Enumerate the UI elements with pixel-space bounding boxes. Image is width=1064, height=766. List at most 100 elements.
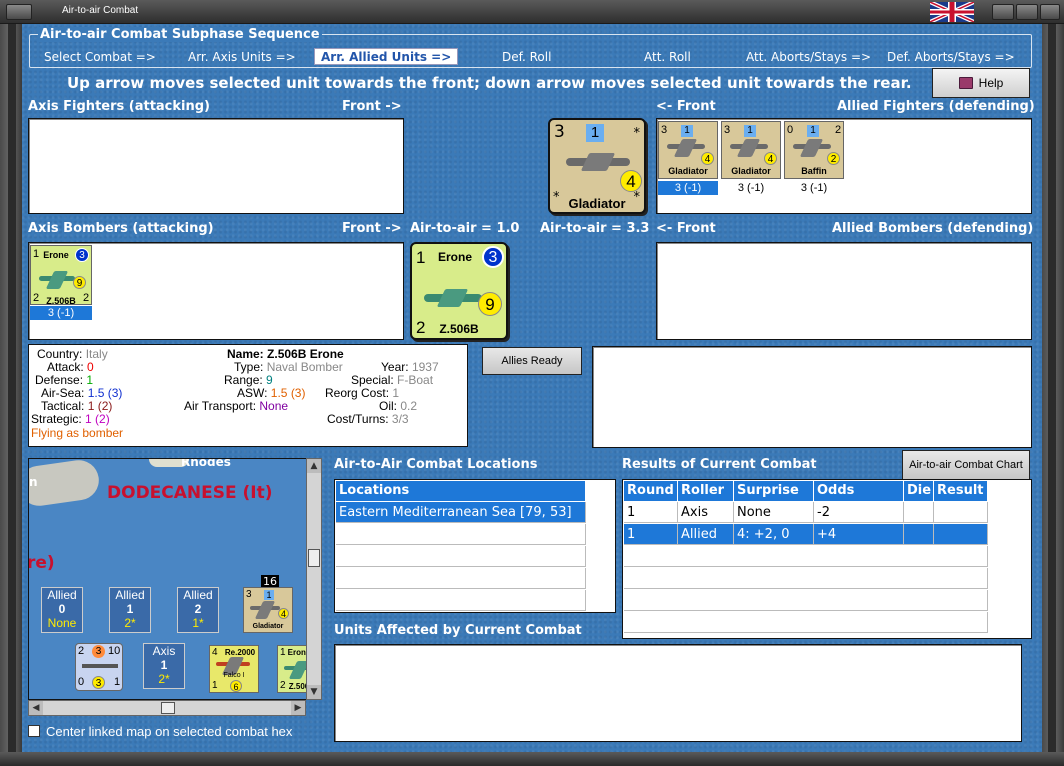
results-cell[interactable] bbox=[934, 502, 988, 523]
country-value: Italy bbox=[85, 347, 108, 361]
allied-fighter-strength[interactable]: 3 (-1) bbox=[721, 181, 781, 195]
big-axis-circle: 3 bbox=[482, 246, 504, 268]
selected-allied-counter[interactable]: 3 1 * 4 * * Gladiator bbox=[548, 118, 646, 214]
scroll-thumb[interactable] bbox=[161, 702, 175, 714]
minimize-button[interactable] bbox=[992, 4, 1014, 20]
scroll-down-icon[interactable]: ▼ bbox=[307, 685, 321, 699]
location-row-empty[interactable] bbox=[336, 568, 586, 589]
air-combat-chart-button[interactable]: Air-to-air Combat Chart bbox=[902, 450, 1030, 480]
allied-fighter-strength[interactable]: 3 (-1) bbox=[658, 181, 718, 195]
step-arr-allied-units[interactable]: Arr. Allied Units => bbox=[314, 48, 459, 65]
counter-right-circle: 9 bbox=[73, 276, 86, 289]
results-row-empty[interactable] bbox=[624, 568, 988, 589]
oil-value: 0.2 bbox=[400, 399, 418, 413]
cost-label: Cost/Turns: bbox=[327, 412, 389, 426]
maximize-button[interactable] bbox=[1016, 4, 1038, 20]
allied-air-to-air: Air-to-air = 3.3 bbox=[540, 221, 650, 236]
step-att-roll[interactable]: Att. Roll bbox=[644, 49, 691, 66]
results-cell[interactable]: -2 bbox=[814, 502, 904, 523]
allies-ready-button[interactable]: Allies Ready bbox=[482, 347, 582, 375]
results-header-result: Result bbox=[934, 481, 988, 501]
allied-fighter-counter[interactable]: 3 1 4 Gladiator bbox=[658, 121, 718, 179]
title-bar: Air-to-air Combat bbox=[0, 0, 1064, 24]
country-label: Country: bbox=[37, 347, 83, 361]
axis-air-to-air: Air-to-air = 1.0 bbox=[410, 221, 520, 236]
selected-axis-counter[interactable]: 1 Erone 3 9 2 Z.506B bbox=[410, 242, 508, 340]
locations-header: Locations bbox=[336, 481, 586, 501]
step-def-aborts[interactable]: Def. Aborts/Stays => bbox=[887, 49, 1015, 66]
map-re2000-counter[interactable]: 4 Re.2000 Falco I 1 6 bbox=[209, 645, 259, 693]
results-cell[interactable]: 1 bbox=[624, 524, 678, 545]
counter-tl: 2 bbox=[78, 645, 85, 657]
results-row-empty[interactable] bbox=[624, 612, 988, 633]
big-axis-model: Z.506B bbox=[439, 322, 479, 336]
results-cell[interactable]: None bbox=[734, 502, 814, 523]
map-naval-counter[interactable]: 2 3 10 0 3 1 bbox=[75, 643, 123, 691]
help-button[interactable]: Help bbox=[932, 68, 1030, 98]
scroll-right-icon[interactable]: ▶ bbox=[291, 701, 305, 715]
counter-badge: 1 bbox=[264, 590, 274, 600]
stat-sub: 1* bbox=[192, 616, 204, 630]
counter-br: 2 bbox=[83, 292, 90, 304]
scroll-thumb[interactable] bbox=[308, 549, 320, 567]
location-row-empty[interactable] bbox=[336, 590, 586, 611]
results-cell[interactable] bbox=[904, 524, 934, 545]
special-label: Special: bbox=[351, 373, 394, 387]
step-def-roll[interactable]: Def. Roll bbox=[502, 49, 551, 66]
counter-tl: 3 bbox=[246, 589, 252, 600]
results-cell[interactable] bbox=[904, 502, 934, 523]
allied-fighter-counter[interactable]: 3 1 4 Gladiator bbox=[721, 121, 781, 179]
counter-sub: Falco I bbox=[223, 672, 245, 679]
results-cell[interactable]: 4: +2, 0 bbox=[734, 524, 814, 545]
counter-name: Gladiator bbox=[731, 166, 771, 176]
defense-value: 1 bbox=[86, 373, 94, 387]
map-stat-axis-1: Axis 1 2* bbox=[143, 643, 185, 689]
gladiator-plane-icon bbox=[566, 158, 630, 166]
location-row-empty[interactable] bbox=[336, 546, 586, 567]
axis-fighters-box[interactable] bbox=[28, 118, 404, 214]
plane-icon bbox=[667, 144, 705, 149]
allied-bombers-box[interactable] bbox=[656, 242, 1032, 340]
scroll-left-icon[interactable]: ◀ bbox=[29, 701, 43, 715]
center-map-option[interactable]: Center linked map on selected combat hex bbox=[28, 724, 330, 742]
system-menu-button[interactable] bbox=[6, 4, 32, 20]
axis-bomber-counter[interactable]: 1 Erone 3 9 2 Z.506B 2 bbox=[30, 245, 92, 306]
results-cell[interactable]: 1 bbox=[624, 502, 678, 523]
map-label-fragment: re) bbox=[28, 553, 55, 573]
results-cell[interactable]: +4 bbox=[814, 524, 904, 545]
range-value: 9 bbox=[266, 373, 273, 387]
location-row[interactable]: Eastern Mediterranean Sea [79, 53] bbox=[336, 502, 586, 523]
units-affected-box bbox=[334, 644, 1022, 742]
step-select-combat[interactable]: Select Combat => bbox=[44, 49, 156, 66]
linked-map[interactable]: Rhodes n DODECANESE (It) re) Allied 0 No… bbox=[28, 458, 320, 700]
results-cell[interactable] bbox=[934, 524, 988, 545]
results-row-empty[interactable] bbox=[624, 546, 988, 567]
results-cell[interactable]: Axis bbox=[678, 502, 734, 523]
combat-panel: Air-to-air Combat Subphase Sequence Sele… bbox=[22, 24, 1042, 752]
year-label: Year: bbox=[381, 360, 409, 374]
map-stat-allied-2: Allied 2 1* bbox=[177, 587, 219, 633]
frame-strip-right bbox=[1048, 24, 1056, 752]
step-att-aborts[interactable]: Att. Aborts/Stays => bbox=[746, 49, 871, 66]
results-row-empty[interactable] bbox=[624, 590, 988, 611]
map-horizontal-scrollbar[interactable]: ◀ ▶ bbox=[28, 700, 306, 716]
tactical-label: Tactical: bbox=[41, 399, 85, 413]
airsea-value: 1.5 (3) bbox=[87, 386, 123, 400]
scroll-up-icon[interactable]: ▲ bbox=[307, 459, 321, 473]
stat-value: 1 bbox=[126, 602, 134, 616]
map-gladiator-counter[interactable]: 3 1 4 Gladiator bbox=[243, 587, 293, 633]
step-arr-axis-units[interactable]: Arr. Axis Units => bbox=[188, 49, 296, 66]
counter-bl: 1 bbox=[212, 680, 218, 691]
close-button[interactable] bbox=[1040, 4, 1060, 20]
location-row-empty[interactable] bbox=[336, 524, 586, 545]
center-map-checkbox[interactable] bbox=[28, 725, 40, 737]
axis-bomber-strength[interactable]: 3 (-1) bbox=[30, 306, 92, 320]
allied-fighters-front: <- Front bbox=[656, 99, 716, 114]
counter-br: 1 bbox=[114, 676, 121, 688]
results-cell[interactable]: Allied bbox=[678, 524, 734, 545]
allied-fighter-strength[interactable]: 3 (-1) bbox=[784, 181, 844, 195]
unit-info-panel: Country: Italy Attack: 0 Defense: 1 Air-… bbox=[28, 344, 468, 447]
allied-fighter-counter[interactable]: 0 1 2 2 Baffin bbox=[784, 121, 844, 179]
type-value: Naval Bomber bbox=[266, 360, 343, 374]
map-vertical-scrollbar[interactable]: ▲ ▼ bbox=[306, 458, 322, 700]
